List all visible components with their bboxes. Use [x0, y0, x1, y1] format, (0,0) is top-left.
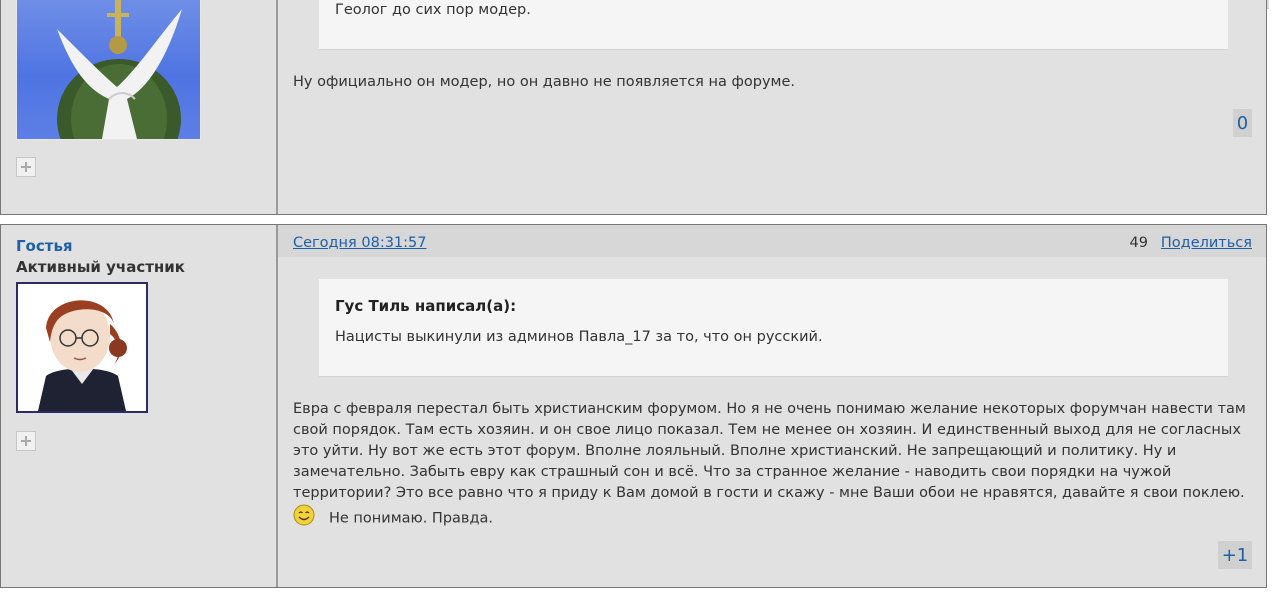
- quote-block: Гус Тиль написал(а): Нацисты выкинули из…: [319, 279, 1228, 377]
- post-body-line: свой порядок. Там есть хозяин. и он свое…: [293, 422, 1241, 438]
- post-body-line-last: Не понимаю. Правда.: [293, 504, 1246, 533]
- post-number: 49: [1129, 235, 1148, 251]
- post-body: Евра с февраля перестал быть христиански…: [293, 399, 1246, 533]
- quote-text: Геолог до сих пор модер.: [335, 2, 531, 18]
- avatar: [16, 0, 201, 140]
- post-body-line: Евра с февраля перестал быть христиански…: [293, 401, 1246, 417]
- post-content: Сегодня 08:31:57 49 Поделиться Гус Тиль …: [278, 225, 1266, 587]
- reputation-button[interactable]: 0: [1233, 109, 1252, 137]
- quote-text: Нацисты выкинули из админов Павла_17 за …: [335, 329, 823, 345]
- author-rank: Активный участник: [16, 258, 185, 276]
- reputation-button[interactable]: +1: [1218, 541, 1252, 569]
- author-name[interactable]: Гостья: [16, 237, 73, 255]
- post-body-line: это уйти. Ну вот же есть этот форум. Впо…: [293, 443, 1177, 459]
- quote-block: Геолог до сих пор модер.: [319, 0, 1228, 50]
- post-body: Ну официально он модер, но он давно не п…: [293, 74, 796, 90]
- share-link[interactable]: Поделиться: [1161, 235, 1252, 251]
- plus-icon[interactable]: [16, 157, 36, 177]
- forum-post: Гостья Активный участник Сегодня 08:31:5…: [0, 224, 1267, 588]
- post-content: Геолог до сих пор модер. Ну официально о…: [278, 0, 1266, 214]
- plus-icon[interactable]: [16, 431, 36, 451]
- smiley-icon: [293, 504, 315, 533]
- post-header: Сегодня 08:31:57 49 Поделиться: [278, 225, 1266, 257]
- post-date-link[interactable]: Сегодня 08:31:57: [293, 235, 427, 251]
- scrollbar[interactable]: [1269, 0, 1280, 593]
- post-body-line: замечательно. Забыть евру как страшный с…: [293, 464, 1172, 480]
- avatar: [16, 282, 148, 413]
- quote-author: Гус Тиль написал(а):: [335, 297, 517, 315]
- post-body-final-text: Не понимаю. Правда.: [329, 510, 493, 527]
- post-body-line: территории? Это все равно что я приду к …: [293, 485, 1245, 501]
- post-author-panel: Гостья Активный участник: [1, 225, 278, 587]
- forum-post-previous: Геолог до сих пор модер. Ну официально о…: [0, 0, 1267, 215]
- post-author-panel: [1, 0, 278, 214]
